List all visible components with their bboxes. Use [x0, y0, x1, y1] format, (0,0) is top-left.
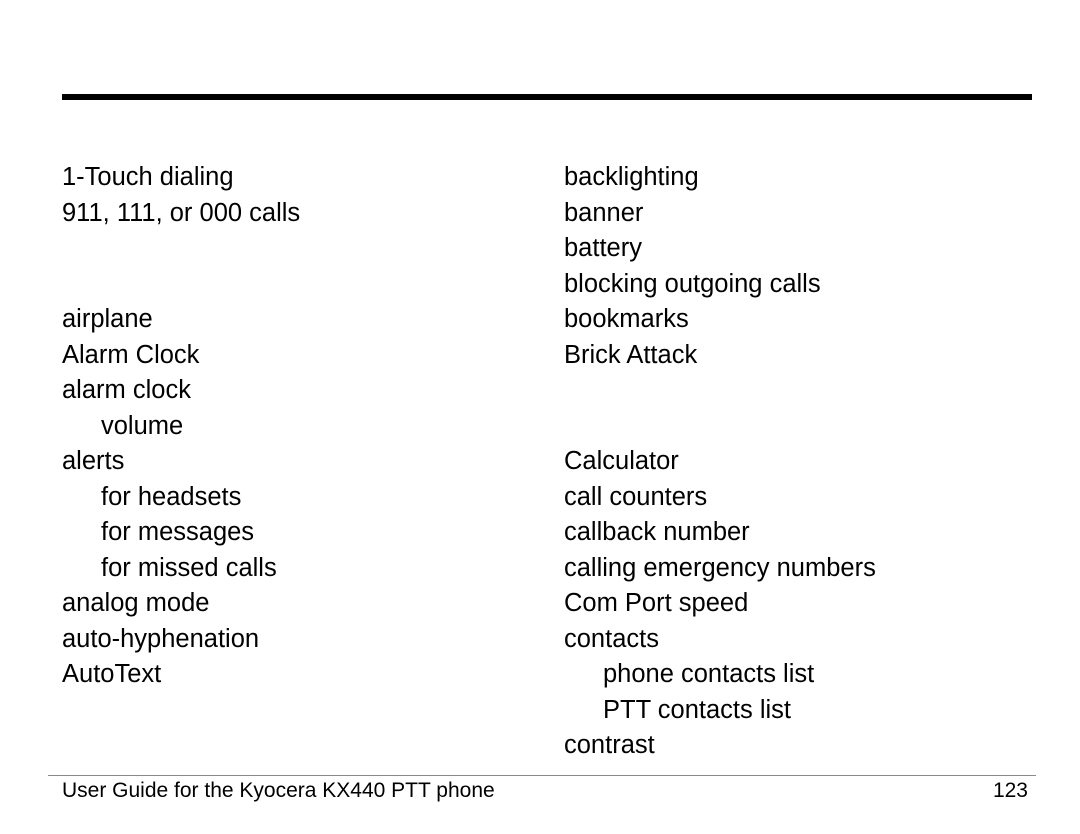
index-subentry: phone contacts list: [603, 660, 815, 688]
footer-title: User Guide for the Kyocera KX440 PTT pho…: [62, 779, 495, 802]
index-column-left: 1-Touch dialing 911, 111, or 000 calls air…: [62, 160, 300, 693]
index-gap: [564, 409, 876, 445]
index-entry: AutoText: [62, 660, 162, 688]
index-entry: calling emergency numbers: [564, 553, 876, 582]
index-entry: contacts: [564, 624, 659, 653]
index-entry: airplane: [62, 305, 153, 333]
index-entry: analog mode: [62, 589, 210, 617]
index-entry: backlighting: [564, 163, 699, 191]
index-entry: alerts: [62, 447, 125, 475]
footer-rule: [48, 775, 1036, 776]
index-entry: Alarm Clock: [62, 340, 200, 369]
index-gap: [564, 373, 876, 409]
index-entry: callback number: [564, 518, 750, 546]
index-subentry: PTT contacts list: [603, 695, 792, 724]
index-entry: Calculator: [564, 447, 679, 475]
index-entry: contrast: [564, 731, 655, 759]
index-subentry: for messages: [101, 518, 255, 546]
index-entry: 1-Touch dialing: [62, 163, 234, 191]
index-entry: auto-hyphenation: [62, 624, 260, 653]
index-subentry: for headsets: [101, 482, 242, 511]
index-entry: battery: [564, 234, 642, 262]
index-entry: banner: [564, 198, 644, 227]
index-subentry: for missed calls: [101, 553, 277, 582]
index-gap: [62, 267, 300, 303]
index-column-right: backlighting banner battery blocking outgoi…: [564, 160, 876, 764]
index-gap: [62, 231, 300, 267]
index-subentry: volume: [101, 411, 184, 440]
index-entry: alarm clock: [62, 376, 191, 404]
header-rule: [62, 94, 1032, 100]
page-number: 123: [992, 779, 1028, 802]
index-entry: bookmarks: [564, 305, 689, 333]
index-entry: 911, 111, or 000 calls: [62, 198, 301, 227]
index-entry: Com Port speed: [564, 589, 749, 617]
index-entry: blocking outgoing calls: [564, 269, 821, 298]
index-entry: Brick Attack: [564, 340, 698, 369]
index-entry: call counters: [564, 482, 708, 511]
